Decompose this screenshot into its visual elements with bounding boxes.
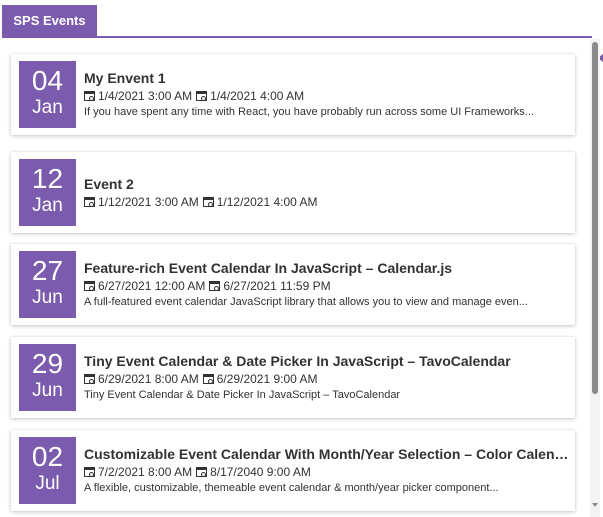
scrollbar-thumb[interactable] (592, 42, 598, 394)
calendar-clock-icon (209, 281, 221, 291)
calendar-clock-icon (84, 374, 95, 384)
calendar-clock-icon (196, 467, 208, 477)
calendar-clock-icon (84, 467, 95, 477)
event-start: 6/27/2021 12:00 AM (98, 279, 206, 293)
event-start: 6/29/2021 8:00 AM (98, 372, 199, 386)
event-details: Customizable Event Calendar With Month/Y… (84, 445, 569, 496)
event-month: Jun (32, 380, 63, 401)
event-card[interactable]: 04 Jan My Envent 1 1/4/2021 3:00 AM 1/4/2… (11, 54, 575, 135)
calendar-clock-icon (84, 281, 95, 291)
event-day: 02 (31, 441, 64, 472)
calendar-clock-icon (84, 197, 95, 207)
event-date-badge: 27 Jun (19, 251, 76, 318)
event-details: Tiny Event Calendar & Date Picker In Jav… (84, 352, 569, 403)
scroll-down-arrow-icon[interactable] (592, 503, 598, 507)
tab-sps-events[interactable]: SPS Events (2, 5, 97, 36)
event-day: 12 (31, 163, 64, 194)
event-title[interactable]: Customizable Event Calendar With Month/Y… (84, 445, 569, 463)
event-times: 1/12/2021 3:00 AM 1/12/2021 4:00 AM (84, 194, 569, 210)
event-times: 6/29/2021 8:00 AM 6/29/2021 9:00 AM (84, 371, 569, 387)
event-date-badge: 02 Jul (19, 437, 76, 504)
calendar-clock-icon (84, 91, 95, 101)
event-card[interactable]: 29 Jun Tiny Event Calendar & Date Picker… (11, 337, 575, 418)
event-date-badge: 12 Jan (19, 159, 76, 226)
event-times: 1/4/2021 3:00 AM 1/4/2021 4:00 AM (84, 88, 569, 104)
event-list: 04 Jan My Envent 1 1/4/2021 3:00 AM 1/4/2… (0, 39, 590, 517)
event-description: A flexible, customizable, themeable even… (84, 482, 499, 494)
tab-bar: SPS Events (0, 0, 592, 39)
event-description: If you have spent any time with React, y… (84, 106, 534, 118)
event-end: 6/29/2021 9:00 AM (216, 372, 318, 386)
event-card[interactable]: 27 Jun Feature-rich Event Calendar In Ja… (11, 244, 575, 325)
event-details: My Envent 1 1/4/2021 3:00 AM 1/4/2021 4:0… (84, 69, 569, 120)
sps-events-webpart: SPS Events 04 Jan My Envent 1 1/4/2021 3… (0, 0, 603, 517)
event-day: 04 (31, 65, 64, 96)
event-title[interactable]: Event 2 (84, 175, 569, 193)
event-title[interactable]: My Envent 1 (84, 69, 569, 87)
event-date-badge: 04 Jan (19, 61, 76, 128)
event-description: Tiny Event Calendar & Date Picker In Jav… (84, 389, 401, 401)
tab-underline (2, 36, 592, 38)
event-end: 8/17/2040 9:00 AM (210, 465, 311, 479)
vertical-scrollbar[interactable] (590, 39, 600, 517)
calendar-clock-icon (202, 197, 214, 207)
event-description: A full-featured event calendar JavaScrip… (84, 296, 528, 308)
event-start: 1/12/2021 3:00 AM (98, 195, 199, 209)
event-times: 6/27/2021 12:00 AM 6/27/2021 11:59 PM (84, 278, 569, 294)
event-title[interactable]: Feature-rich Event Calendar In JavaScrip… (84, 259, 569, 277)
event-end: 1/12/2021 4:00 AM (216, 195, 318, 209)
event-month: Jun (32, 287, 63, 308)
event-end: 6/27/2021 11:59 PM (223, 279, 331, 293)
event-times: 7/2/2021 8:00 AM 8/17/2040 9:00 AM (84, 464, 569, 480)
event-card[interactable]: 02 Jul Customizable Event Calendar With … (11, 430, 575, 511)
event-card[interactable]: 12 Jan Event 2 1/12/2021 3:00 AM 1/12/202… (11, 152, 575, 233)
event-date-badge: 29 Jun (19, 344, 76, 411)
event-title[interactable]: Tiny Event Calendar & Date Picker In Jav… (84, 352, 569, 370)
event-month: Jan (32, 97, 63, 118)
event-day: 29 (31, 348, 64, 379)
event-start: 1/4/2021 3:00 AM (98, 89, 193, 103)
event-month: Jan (32, 195, 63, 216)
event-start: 7/2/2021 8:00 AM (98, 465, 193, 479)
event-details: Feature-rich Event Calendar In JavaScrip… (84, 259, 569, 310)
event-month: Jul (35, 473, 60, 494)
event-end: 1/4/2021 4:00 AM (210, 89, 305, 103)
event-details: Event 2 1/12/2021 3:00 AM 1/12/2021 4:00 … (84, 175, 569, 210)
calendar-clock-icon (196, 91, 208, 101)
event-day: 27 (31, 255, 64, 286)
calendar-clock-icon (202, 374, 214, 384)
